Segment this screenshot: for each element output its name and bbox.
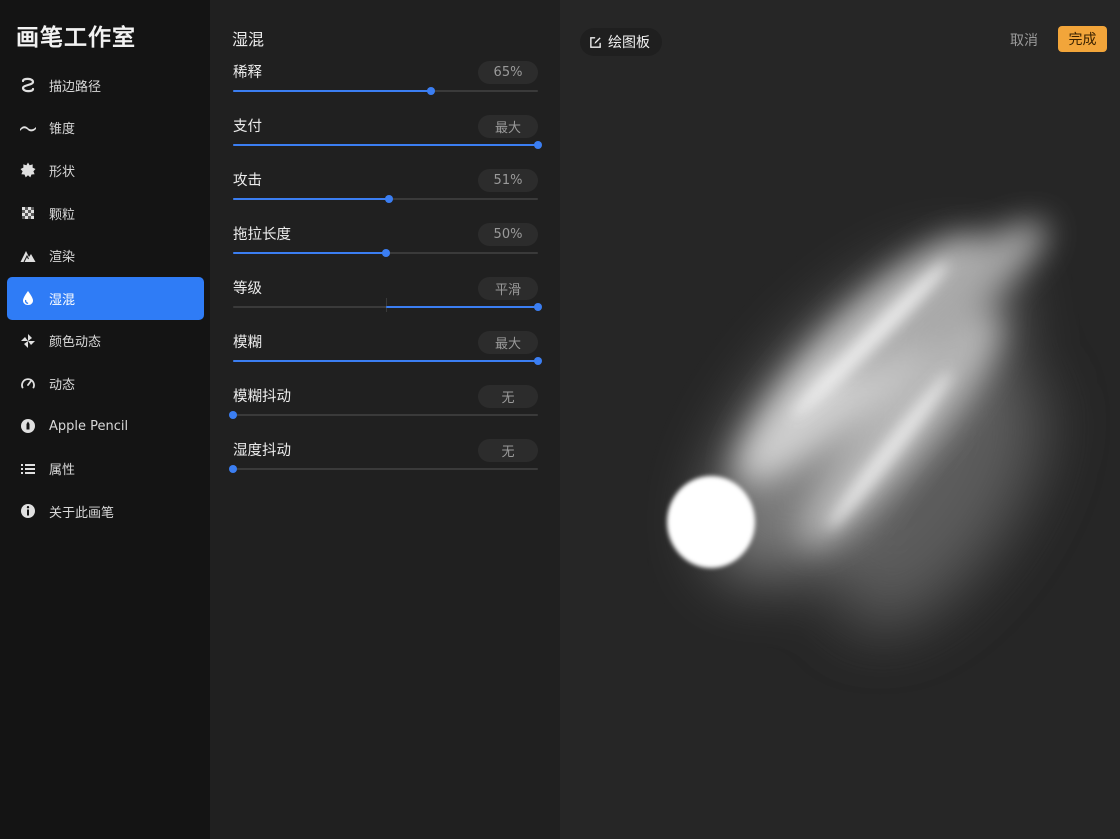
setting-label: 湿度抖动: [233, 443, 291, 459]
dynamics-gauge-icon: [20, 375, 36, 391]
sidebar-item-label: 颗粒: [49, 207, 76, 223]
brush-stroke-preview[interactable]: [560, 0, 1120, 839]
slider-fill: [233, 144, 538, 146]
slider-fill: [233, 252, 386, 254]
setting-pull-length: 拖拉长度 50%: [233, 223, 538, 265]
setting-grade: 等级 平滑: [233, 277, 542, 319]
sidebar-nav: 描边路径 锥度 形状 颗粒 渲染 湿混 颜色动态 动态 Apple Pencil…: [7, 64, 204, 533]
drawing-pad-canvas[interactable]: 绘图板 取消 完成: [560, 0, 1120, 839]
slider-track[interactable]: [233, 141, 542, 149]
cancel-button[interactable]: 取消: [1010, 30, 1038, 50]
setting-label: 拖拉长度: [233, 227, 291, 243]
properties-list-icon: [20, 461, 36, 477]
slider-fill: [233, 90, 432, 92]
slider-track[interactable]: [233, 195, 538, 203]
sidebar-item-dynamics[interactable]: 动态: [7, 362, 204, 405]
color-pinwheel-icon: [20, 333, 36, 349]
sidebar-item-label: 锥度: [49, 122, 76, 138]
setting-label: 稀释: [233, 65, 262, 81]
sidebar-item-label: 关于此画笔: [49, 505, 115, 521]
sidebar-item-taper[interactable]: 锥度: [7, 107, 204, 150]
panel-title: 湿混: [232, 30, 265, 49]
setting-label: 攻击: [233, 173, 262, 189]
sidebar-item-label: Apple Pencil: [49, 418, 129, 434]
setting-value[interactable]: 最大: [478, 331, 538, 354]
edit-pad-icon: [589, 36, 602, 49]
sidebar-item-render[interactable]: 渲染: [7, 234, 204, 277]
sidebar-item-label: 颜色动态: [49, 335, 102, 351]
setting-value[interactable]: 平滑: [478, 277, 538, 300]
slider-thumb[interactable]: [381, 249, 390, 257]
slider-thumb[interactable]: [229, 411, 237, 419]
sidebar-item-label: 属性: [49, 463, 76, 479]
setting-value[interactable]: 无: [478, 439, 538, 462]
sidebar-item-color-dynamics[interactable]: 颜色动态: [7, 320, 204, 363]
sidebar-item-label: 渲染: [49, 250, 76, 266]
sidebar-item-label: 形状: [49, 164, 76, 180]
setting-value[interactable]: 最大: [478, 115, 538, 138]
setting-label: 等级: [233, 281, 262, 297]
setting-label: 支付: [233, 119, 262, 135]
wet-mix-drop-icon: [20, 290, 36, 306]
slider-track[interactable]: [229, 465, 538, 473]
sidebar-item-label: 动态: [49, 377, 76, 393]
setting-label: 模糊: [233, 335, 262, 351]
drawing-pad-button[interactable]: 绘图板: [580, 28, 662, 56]
sidebar-item-apple-pencil[interactable]: Apple Pencil: [7, 405, 204, 448]
setting-label: 模糊抖动: [233, 389, 291, 405]
sidebar-item-grain[interactable]: 颗粒: [7, 192, 204, 235]
slider-fill: [233, 360, 538, 362]
done-button[interactable]: 完成: [1058, 26, 1107, 52]
setting-blur-jitter: 模糊抖动 无: [229, 385, 538, 427]
slider-thumb[interactable]: [534, 357, 542, 365]
sidebar-item-label: 描边路径: [49, 79, 102, 95]
slider-thumb[interactable]: [384, 195, 393, 203]
grain-checker-icon: [20, 205, 36, 221]
sidebar: 画笔工作室 描边路径 锥度 形状 颗粒 渲染 湿混 颜色动态 动态 Apple …: [0, 0, 210, 839]
slider-thumb[interactable]: [427, 87, 436, 95]
setting-value[interactable]: 51%: [478, 169, 538, 192]
setting-attack: 攻击 51%: [233, 169, 538, 211]
app-title: 画笔工作室: [16, 25, 136, 51]
render-mountain-icon: [20, 248, 36, 264]
slider-fill: [233, 198, 389, 200]
setting-blur: 模糊 最大: [233, 331, 542, 373]
setting-dilution: 稀释 65%: [233, 61, 538, 103]
sidebar-item-properties[interactable]: 属性: [7, 447, 204, 490]
drawing-pad-label: 绘图板: [608, 35, 650, 51]
slider-center-tick: [385, 298, 387, 312]
slider-thumb[interactable]: [534, 303, 542, 311]
taper-wave-icon: [20, 120, 36, 136]
sidebar-item-stroke-path[interactable]: 描边路径: [7, 64, 204, 107]
setting-value[interactable]: 50%: [478, 223, 538, 246]
setting-value[interactable]: 65%: [478, 61, 538, 84]
setting-value[interactable]: 无: [478, 385, 538, 408]
slider-track[interactable]: [229, 411, 538, 419]
sidebar-item-about[interactable]: 关于此画笔: [7, 490, 204, 533]
slider-fill: [385, 306, 538, 308]
slider-thumb[interactable]: [229, 465, 237, 473]
slider-thumb[interactable]: [534, 141, 542, 149]
setting-charge: 支付 最大: [233, 115, 542, 157]
slider-track[interactable]: [233, 298, 542, 312]
sidebar-item-shape[interactable]: 形状: [7, 149, 204, 192]
stroke-path-icon: [20, 77, 36, 93]
apple-pencil-icon: [20, 418, 36, 434]
info-icon: [20, 503, 36, 519]
setting-wetness-jitter: 湿度抖动 无: [229, 439, 538, 481]
slider-track[interactable]: [233, 87, 538, 95]
slider-track[interactable]: [233, 249, 538, 257]
slider-track[interactable]: [233, 357, 542, 365]
sidebar-item-label: 湿混: [49, 292, 76, 308]
sidebar-item-wet-mix[interactable]: 湿混: [7, 276, 204, 320]
shape-gear-icon: [20, 162, 36, 178]
settings-panel: 湿混 稀释 65% 支付 最大 攻击 51% 拖拉长度 50% 等级 平滑 模糊…: [210, 0, 560, 839]
